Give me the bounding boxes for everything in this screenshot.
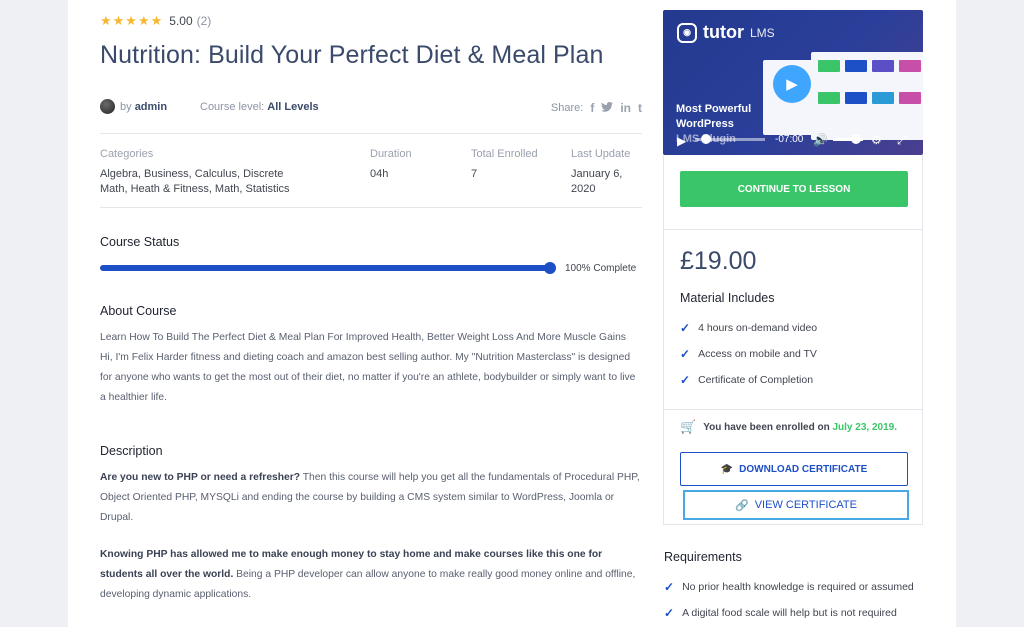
download-certificate-label: DOWNLOAD CERTIFICATE bbox=[739, 463, 868, 475]
divider bbox=[100, 133, 642, 134]
author-avatar[interactable] bbox=[100, 99, 115, 114]
enrolled-value: 7 bbox=[471, 168, 478, 180]
course-video-player[interactable]: ◉ tutor LMS ▶ Most Powerful WordPress LM… bbox=[663, 10, 923, 155]
about-text: Learn How To Build The Perfect Diet & Me… bbox=[100, 332, 636, 403]
author-byline: by admin bbox=[120, 101, 167, 113]
material-item: ✓ Access on mobile and TV bbox=[680, 347, 817, 361]
share-label: Share: bbox=[550, 102, 584, 114]
material-label: Access on mobile and TV bbox=[698, 348, 817, 360]
facebook-icon[interactable]: f bbox=[590, 101, 594, 115]
enrolled-date: July 23, 2019. bbox=[832, 421, 897, 433]
duration-label: Duration bbox=[370, 148, 412, 160]
tile bbox=[872, 92, 894, 104]
rating: ★★★★★ 5.00 (2) bbox=[100, 13, 211, 29]
share-links: Share: f in t bbox=[551, 101, 642, 115]
check-icon: ✓ bbox=[680, 347, 691, 361]
enrolled-block: Total Enrolled 7 bbox=[471, 148, 538, 182]
progress-handle bbox=[544, 262, 556, 274]
requirement-label: No prior health knowledge is required or… bbox=[682, 581, 914, 593]
enrolled-notice: 🛒 You have been enrolled on July 23, 201… bbox=[680, 419, 897, 435]
tumblr-icon[interactable]: t bbox=[638, 101, 642, 115]
author-link[interactable]: admin bbox=[135, 101, 167, 113]
about-title: About Course bbox=[100, 304, 177, 318]
graduation-cap-icon: 🎓 bbox=[720, 463, 734, 475]
requirement-item: ✓ A digital food scale will help but is n… bbox=[664, 606, 897, 620]
categories-value[interactable]: Algebra, Business, Calculus, Discrete Ma… bbox=[100, 167, 310, 197]
linkedin-icon[interactable]: in bbox=[620, 101, 631, 115]
video-controls: ▶ -07:00 🔊 ⚙ ⤢ bbox=[663, 123, 923, 155]
download-certificate-button[interactable]: 🎓 DOWNLOAD CERTIFICATE bbox=[680, 452, 908, 486]
volume-handle[interactable] bbox=[851, 134, 861, 144]
progress-bar bbox=[100, 265, 552, 271]
rating-score: 5.00 bbox=[169, 14, 193, 28]
course-level: Course level: All Levels bbox=[200, 101, 319, 113]
video-time: -07:00 bbox=[775, 134, 804, 145]
course-price: £19.00 bbox=[680, 247, 757, 275]
cart-icon: 🛒 bbox=[680, 419, 697, 434]
material-title: Material Includes bbox=[680, 291, 775, 305]
enrolled-prefix: You have been enrolled on bbox=[703, 421, 830, 433]
description-p1-bold: Are you new to PHP or need a refresher? bbox=[100, 472, 301, 483]
categories-label: Categories bbox=[100, 148, 154, 160]
seek-handle[interactable] bbox=[701, 134, 711, 144]
tile bbox=[899, 60, 921, 72]
course-meta: by admin Course level: All Levels Share:… bbox=[100, 99, 642, 115]
updated-label: Last Update bbox=[571, 148, 631, 160]
material-item: ✓ 4 hours on-demand video bbox=[680, 321, 817, 335]
check-icon: ✓ bbox=[664, 606, 675, 620]
check-icon: ✓ bbox=[680, 321, 691, 335]
tutor-logo-icon: ◉ bbox=[677, 22, 697, 43]
tile bbox=[872, 60, 894, 72]
course-title: Nutrition: Build Your Perfect Diet & Mea… bbox=[100, 41, 604, 69]
tutor-brand: tutor bbox=[703, 22, 744, 42]
tile bbox=[845, 92, 867, 104]
caption-line-1: Most Powerful bbox=[676, 103, 752, 115]
rating-count: (2) bbox=[196, 14, 212, 28]
course-page: ★★★★★ 5.00 (2) Nutrition: Build Your Per… bbox=[68, 0, 956, 627]
tutor-logo: ◉ tutor LMS bbox=[677, 22, 775, 43]
requirements-title: Requirements bbox=[664, 550, 742, 564]
check-icon: ✓ bbox=[680, 373, 691, 387]
play-icon[interactable]: ▶ bbox=[677, 134, 686, 148]
tutor-brand-suffix: LMS bbox=[749, 25, 775, 40]
fullscreen-icon[interactable]: ⤢ bbox=[897, 133, 907, 148]
play-button[interactable]: ▶ bbox=[773, 65, 811, 103]
divider bbox=[100, 207, 642, 208]
level-value: All Levels bbox=[267, 101, 319, 113]
material-label: 4 hours on-demand video bbox=[698, 322, 818, 334]
view-certificate-label: VIEW CERTIFICATE bbox=[754, 499, 857, 511]
description-title: Description bbox=[100, 444, 163, 458]
level-label: Course level: bbox=[200, 101, 265, 113]
description-paragraph-2: Knowing PHP has allowed me to make enoug… bbox=[100, 545, 640, 605]
tile bbox=[845, 60, 867, 72]
material-item: ✓ Certificate of Completion bbox=[680, 373, 813, 387]
duration-value: 04h bbox=[370, 168, 389, 180]
requirement-label: A digital food scale will help but is no… bbox=[682, 607, 897, 619]
continue-to-lesson-button[interactable]: CONTINUE TO LESSON bbox=[680, 171, 908, 207]
by-prefix: by bbox=[120, 101, 132, 113]
updated-value: January 6, 2020 bbox=[571, 168, 623, 195]
check-icon: ✓ bbox=[664, 580, 675, 594]
divider bbox=[664, 229, 922, 230]
enrolled-label: Total Enrolled bbox=[471, 148, 538, 160]
progress-text: 100% Complete bbox=[565, 263, 637, 274]
tile bbox=[818, 92, 840, 104]
gear-icon[interactable]: ⚙ bbox=[871, 133, 882, 147]
course-sidebar-card: CONTINUE TO LESSON £19.00 Material Inclu… bbox=[663, 155, 923, 525]
description-paragraph-1: Are you new to PHP or need a refresher? … bbox=[100, 468, 640, 528]
divider bbox=[664, 409, 922, 410]
view-certificate-button[interactable]: 🔗 VIEW CERTIFICATE bbox=[683, 490, 909, 520]
course-status-title: Course Status bbox=[100, 235, 180, 249]
link-icon: 🔗 bbox=[735, 499, 749, 512]
tile bbox=[818, 60, 840, 72]
tile bbox=[899, 92, 921, 104]
updated-block: Last Update January 6, 2020 bbox=[571, 148, 641, 197]
volume-icon[interactable]: 🔊 bbox=[813, 133, 828, 147]
twitter-icon[interactable] bbox=[601, 101, 614, 115]
categories-block: Categories Algebra, Business, Calculus, … bbox=[100, 148, 310, 197]
requirement-item: ✓ No prior health knowledge is required o… bbox=[664, 580, 914, 594]
duration-block: Duration 04h bbox=[370, 148, 412, 182]
star-rating-icons: ★★★★★ bbox=[100, 13, 164, 28]
material-label: Certificate of Completion bbox=[698, 374, 814, 386]
